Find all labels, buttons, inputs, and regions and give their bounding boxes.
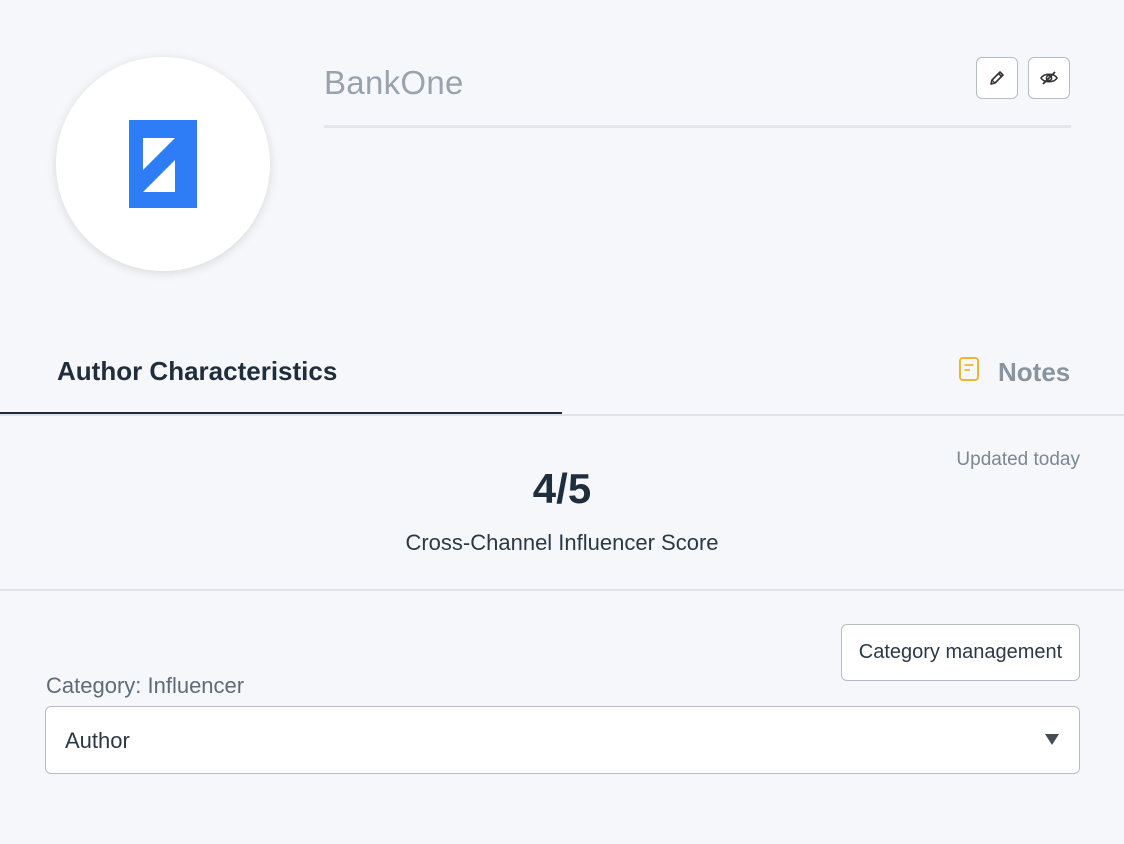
author-profile-page: BankOne Author Characteristics Notes Upd… — [0, 0, 1124, 844]
tab-author-characteristics[interactable]: Author Characteristics — [0, 330, 562, 416]
hide-button[interactable] — [1028, 57, 1070, 99]
tab-author-characteristics-label: Author Characteristics — [57, 356, 338, 386]
caret-down-icon — [1045, 734, 1059, 745]
section-divider — [0, 589, 1124, 591]
influencer-score-value: 4/5 — [532, 465, 592, 512]
tabs-divider — [0, 414, 1124, 416]
influencer-score-label: Cross-Channel Influencer Score — [405, 530, 719, 555]
edit-button[interactable] — [976, 57, 1018, 99]
category-select-value: Author — [65, 728, 130, 753]
note-icon — [959, 357, 979, 381]
tab-notes[interactable]: Notes — [950, 352, 1080, 392]
category-management-button[interactable]: Category management — [841, 624, 1080, 681]
author-name-field[interactable]: BankOne — [324, 58, 1071, 128]
author-name: BankOne — [324, 64, 464, 101]
profile-tabs: Author Characteristics Notes — [0, 330, 1124, 416]
eye-slash-icon — [1040, 71, 1058, 85]
bankone-logo-icon — [129, 120, 197, 208]
tab-notes-label: Notes — [998, 357, 1071, 387]
author-avatar — [56, 57, 270, 271]
category-label: Category: Influencer — [46, 673, 245, 698]
category-select[interactable]: Author — [45, 706, 1080, 774]
pencil-icon — [990, 71, 1004, 85]
